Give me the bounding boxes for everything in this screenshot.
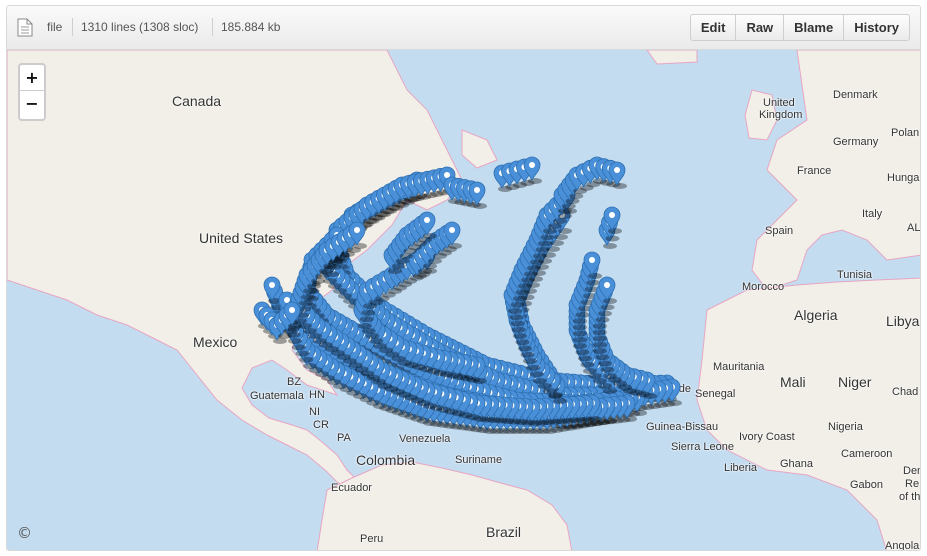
zoom-control: + −	[18, 63, 46, 121]
divider	[212, 18, 213, 36]
storm-marker[interactable]	[523, 156, 542, 184]
file-type-label: file	[47, 20, 63, 34]
blame-button[interactable]: Blame	[784, 15, 845, 40]
history-button[interactable]: History	[844, 15, 909, 40]
attribution-icon[interactable]: ©	[17, 524, 32, 542]
file-header: file 1310 lines (1308 sloc) 185.884 kb E…	[7, 6, 920, 50]
edit-button[interactable]: Edit	[691, 15, 737, 40]
hurricane-markers-layer	[253, 156, 682, 434]
zoom-in-button[interactable]: +	[20, 65, 44, 91]
file-actions: Edit Raw Blame History	[689, 14, 910, 41]
raw-button[interactable]: Raw	[736, 15, 785, 40]
file-size: 185.884 kb	[221, 20, 281, 34]
file-icon	[17, 18, 33, 37]
zoom-out-button[interactable]: −	[20, 91, 44, 117]
divider	[72, 18, 73, 36]
line-count: 1310 lines (1308 sloc)	[81, 20, 199, 34]
map-view[interactable]: Canada United States Mexico BZ Guatemala…	[7, 50, 920, 550]
file-viewer: file 1310 lines (1308 sloc) 185.884 kb E…	[6, 5, 921, 551]
